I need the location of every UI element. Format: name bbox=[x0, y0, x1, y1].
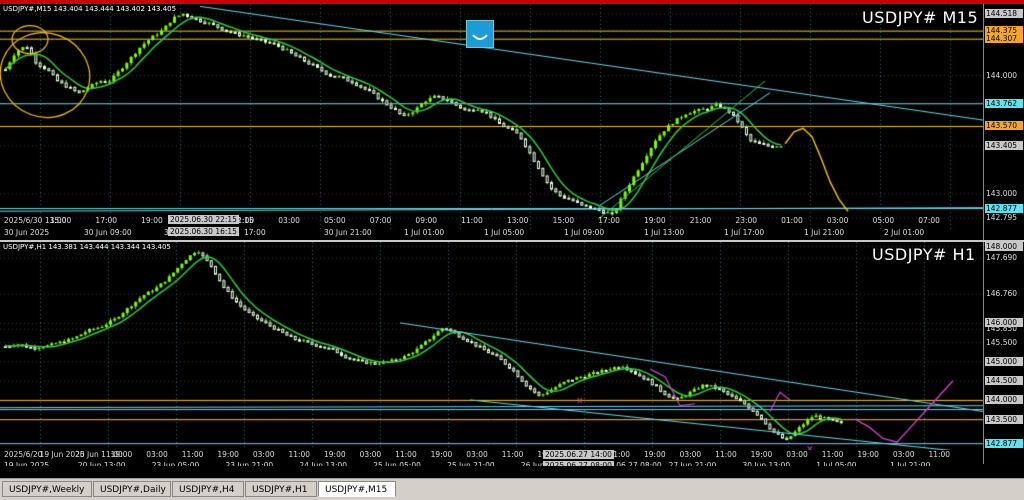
time-tick-label: 2025/6/20 bbox=[4, 450, 43, 459]
time-tick-label: 1 Jul 13:00 bbox=[644, 228, 685, 237]
price-tag: 142.877 bbox=[985, 438, 1023, 448]
time-tick-label: 15:00 bbox=[552, 216, 575, 225]
price-tick-label: 146.760 bbox=[986, 289, 1018, 299]
price-tag: 144.000 bbox=[985, 395, 1023, 405]
chart-panel-h1[interactable]: USDJPY#,H1 143.381 143.444 143.344 143.4… bbox=[0, 242, 1024, 470]
chart-tab-bar: USDJPY#,Weekly USDJPY#,Daily USDJPY#,H4 USD… bbox=[0, 478, 1024, 500]
price-tag: 143.500 bbox=[985, 414, 1023, 424]
price-tag: 143.405 bbox=[985, 141, 1023, 150]
time-tick-label: 1 Jul 05:00 bbox=[484, 228, 525, 237]
time-tick-label: 11:00 bbox=[501, 450, 524, 459]
time-tick-label: 07:00 bbox=[369, 216, 392, 225]
time-tick-label: 17:00 bbox=[95, 216, 118, 225]
price-tick-label: 144.000 bbox=[986, 70, 1018, 80]
time-tick-label: 17:00 bbox=[244, 228, 266, 237]
h1-symbol-info: USDJPY#,H1 143.381 143.444 143.344 143.4… bbox=[3, 243, 171, 251]
h1-plot-canvas[interactable] bbox=[0, 242, 983, 450]
time-tick-label: 19:00 bbox=[110, 450, 133, 459]
time-tick-label: 03:00 bbox=[359, 450, 382, 459]
time-tick-label: 17:00 bbox=[598, 216, 620, 225]
time-tick-label: 23:00 bbox=[735, 216, 758, 225]
time-tick-label: 13:00 bbox=[506, 216, 529, 225]
chart-tab[interactable]: USDJPY#,Daily bbox=[93, 481, 171, 497]
chart-tab[interactable]: USDJPY#,Weekly bbox=[2, 481, 92, 497]
time-tick-label: 03:00 bbox=[826, 216, 849, 225]
price-tag: 144.307 bbox=[985, 34, 1023, 44]
price-tag: 143.762 bbox=[985, 98, 1023, 108]
chart-tab[interactable]: USDJPY#,H4 bbox=[172, 481, 244, 497]
price-tick-label: 142.795 bbox=[986, 213, 1018, 223]
time-tick-label: 30 Jun 21:00 bbox=[324, 228, 372, 237]
time-tick-label: 21:00 bbox=[689, 216, 712, 225]
price-tag: 144.500 bbox=[985, 376, 1023, 386]
crosshair-time-label: 2025.06.30 22:15 bbox=[168, 215, 239, 224]
time-tick-label: 11:00 bbox=[395, 450, 417, 459]
time-tick-label: 11:00 bbox=[715, 450, 737, 459]
m15-time-axis: 2025/6/30 13:0015:0017:0019:002025.06.30… bbox=[0, 216, 983, 227]
time-tick-label: 03:00 bbox=[786, 450, 808, 459]
time-tick-label: 1 Jul 09:00 bbox=[564, 228, 605, 237]
price-tick-label: 143.000 bbox=[986, 188, 1018, 198]
time-tick-label: 19:00 bbox=[430, 450, 453, 459]
time-tick-label: 05:00 bbox=[324, 216, 346, 225]
time-tick-label: 30 Jun 09:00 bbox=[84, 228, 132, 237]
h1-price-axis[interactable]: 148.000147.690146.760146.000145.850145.5… bbox=[983, 242, 1024, 464]
time-tick-label: 03:00 bbox=[252, 450, 275, 459]
price-tick-label: 147.690 bbox=[986, 253, 1018, 263]
price-tag: 144.518 bbox=[985, 9, 1023, 19]
time-tick-label: 15:00 bbox=[49, 216, 72, 225]
time-tick-label: 1 Jul 21:00 bbox=[804, 228, 845, 237]
time-tick-label: 03:00 bbox=[278, 216, 300, 225]
h1-big-label: USDJPY# H1 bbox=[872, 245, 976, 264]
time-tick-label: 11:00 bbox=[461, 216, 483, 225]
price-tag: 142.877 bbox=[985, 203, 1023, 213]
time-tick-label: 09:00 bbox=[415, 216, 438, 225]
time-tick-label: 19:00 bbox=[644, 216, 666, 225]
price-tag: 143.570 bbox=[985, 121, 1023, 131]
time-tick-label: 11:00 bbox=[181, 450, 204, 459]
price-tick-label: 145.500 bbox=[986, 337, 1018, 347]
price-tag: 146.000 bbox=[985, 318, 1023, 328]
indicator-logo-icon[interactable] bbox=[466, 20, 494, 48]
price-tag: 145.000 bbox=[985, 356, 1023, 366]
chart-tab[interactable]: USDJPY#,H1 bbox=[245, 481, 317, 497]
time-tick-label: 19:00 bbox=[644, 450, 666, 459]
m15-price-axis[interactable]: 144.518144.375144.307144.000143.762143.5… bbox=[983, 4, 1024, 240]
time-tick-label: 03:00 bbox=[679, 450, 702, 459]
time-tick-label: 2 Jul 01:00 bbox=[884, 228, 925, 237]
time-tick-label: 19:00 bbox=[750, 450, 773, 459]
chart-tab[interactable]: USDJPY#,M15 bbox=[318, 481, 396, 497]
time-tick-label: 11:00 bbox=[928, 450, 951, 459]
time-tick-label: 11:00 bbox=[821, 450, 844, 459]
time-tick-label: 19:00 bbox=[217, 450, 239, 459]
time-tick-label: 03:00 bbox=[146, 450, 168, 459]
time-tick-label: 07:00 bbox=[918, 216, 940, 225]
time-tick-label: 05:00 bbox=[872, 216, 895, 225]
time-tick-label: 03:00 bbox=[892, 450, 915, 459]
bottom-spacer bbox=[0, 466, 1024, 478]
h1-time-axis: 2025/6/20 19 Jun 2025 20 Jun 11:00 19:00 03:… bbox=[0, 450, 983, 461]
crosshair-time-label: 2025.06.30 16:15 bbox=[168, 227, 239, 236]
crosshair-time-label: 2025.06.27 14:00 bbox=[543, 450, 614, 459]
m15-symbol-info: USDJPY#,M15 143.404 143.444 143.402 143.… bbox=[3, 5, 177, 13]
time-tick-label: 19:00 bbox=[324, 450, 346, 459]
time-tick-label: 30 Jun 2025 bbox=[4, 228, 50, 237]
price-tag: 148.000 bbox=[985, 242, 1023, 251]
time-tick-label: 19:00 bbox=[857, 450, 879, 459]
time-tick-label: 11:00 bbox=[288, 450, 311, 459]
m15-date-axis: 30 Jun 202530 Jun 09:0030 Jun 16:1517:00… bbox=[0, 228, 983, 239]
time-tick-label: 1 Jul 17:00 bbox=[724, 228, 765, 237]
time-tick-label: 1 Jul 01:00 bbox=[404, 228, 445, 237]
time-tick-label: 01:00 bbox=[781, 216, 803, 225]
time-tick-label: 03:00 bbox=[466, 450, 488, 459]
m15-big-label: USDJPY# M15 bbox=[862, 8, 979, 27]
chart-panel-m15[interactable]: USDJPY#,M15 143.404 143.444 143.402 143.… bbox=[0, 4, 1024, 240]
time-tick-label: 19:00 bbox=[141, 216, 163, 225]
